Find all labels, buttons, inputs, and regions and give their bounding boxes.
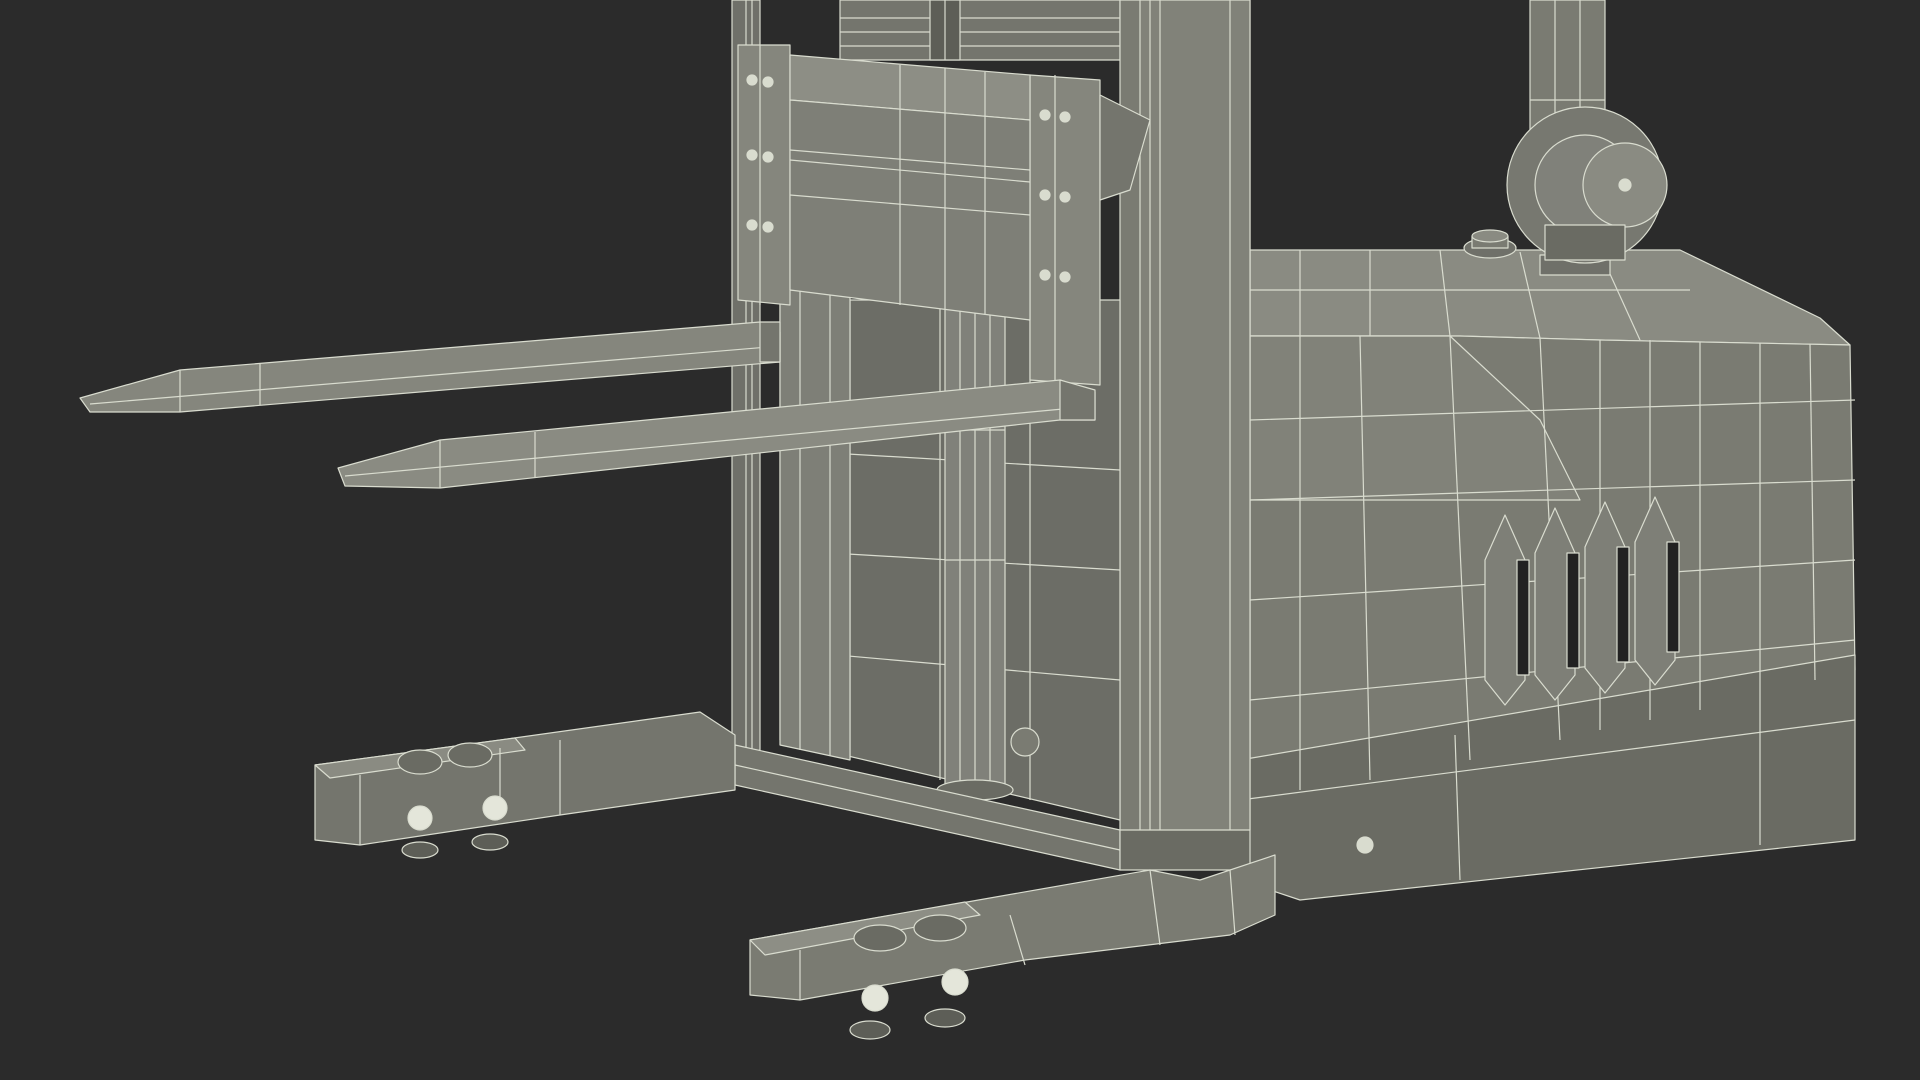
mast-front-rail: [779, 289, 851, 761]
forklift-wireframe-render: [0, 0, 1920, 1080]
render-viewport: [0, 0, 1920, 1080]
cylinder-fitting: [1010, 727, 1040, 757]
body-bolt: [1356, 836, 1374, 854]
mast-upper-guides: [839, 0, 1121, 61]
